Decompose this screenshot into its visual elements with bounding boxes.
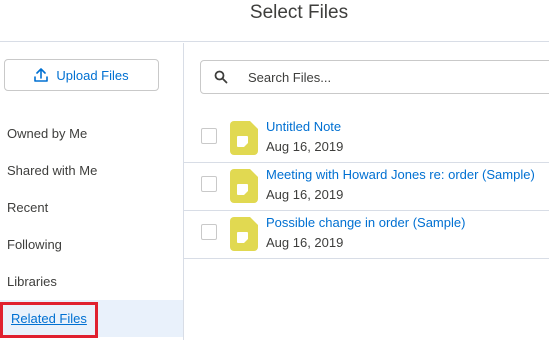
- sidebar-item-libraries[interactable]: Libraries: [0, 263, 183, 300]
- file-title-link[interactable]: Untitled Note: [266, 119, 341, 134]
- sidebar-item-label: Libraries: [7, 274, 57, 289]
- note-file-icon: [230, 217, 258, 251]
- modal-header: Select Files: [0, 0, 549, 42]
- search-box[interactable]: [200, 60, 549, 94]
- sidebar-item-label: Following: [7, 237, 62, 252]
- file-title-link[interactable]: Possible change in order (Sample): [266, 215, 465, 230]
- sidebar-item-following[interactable]: Following: [0, 226, 183, 263]
- file-date: Aug 16, 2019: [266, 187, 344, 202]
- sidebar-item-label: Recent: [7, 200, 49, 215]
- file-row[interactable]: Meeting with Howard Jones re: order (Sam…: [184, 163, 549, 211]
- file-checkbox[interactable]: [201, 224, 217, 240]
- note-file-icon: [230, 169, 258, 203]
- file-checkbox[interactable]: [201, 176, 217, 192]
- file-date: Aug 16, 2019: [266, 139, 344, 154]
- search-icon: [214, 70, 228, 84]
- page-title: Select Files: [249, 2, 349, 23]
- sidebar-item-related-files[interactable]: Related Files: [0, 300, 183, 337]
- sidebar-item-shared-with-me[interactable]: Shared with Me: [0, 152, 183, 189]
- upload-files-button[interactable]: Upload Files: [4, 59, 159, 91]
- sidebar-item-label: Shared with Me: [7, 163, 98, 178]
- sidebar-item-owned-by-me[interactable]: Owned by Me: [0, 115, 183, 152]
- note-file-icon: [230, 121, 258, 155]
- file-list-panel: Untitled Note Aug 16, 2019 Meeting with …: [184, 43, 549, 340]
- sidebar: Upload Files Owned by Me Shared with Me …: [0, 43, 184, 340]
- file-row[interactable]: Untitled Note Aug 16, 2019: [184, 115, 549, 163]
- sidebar-item-label[interactable]: Related Files: [7, 311, 87, 326]
- file-date: Aug 16, 2019: [266, 235, 344, 250]
- upload-icon: [34, 68, 49, 82]
- upload-files-label: Upload Files: [56, 67, 129, 83]
- search-input[interactable]: [248, 67, 548, 87]
- sidebar-item-recent[interactable]: Recent: [0, 189, 183, 226]
- file-row[interactable]: Possible change in order (Sample) Aug 16…: [184, 211, 549, 259]
- file-checkbox[interactable]: [201, 128, 217, 144]
- file-title-link[interactable]: Meeting with Howard Jones re: order (Sam…: [266, 167, 535, 182]
- sidebar-item-label: Owned by Me: [7, 126, 88, 141]
